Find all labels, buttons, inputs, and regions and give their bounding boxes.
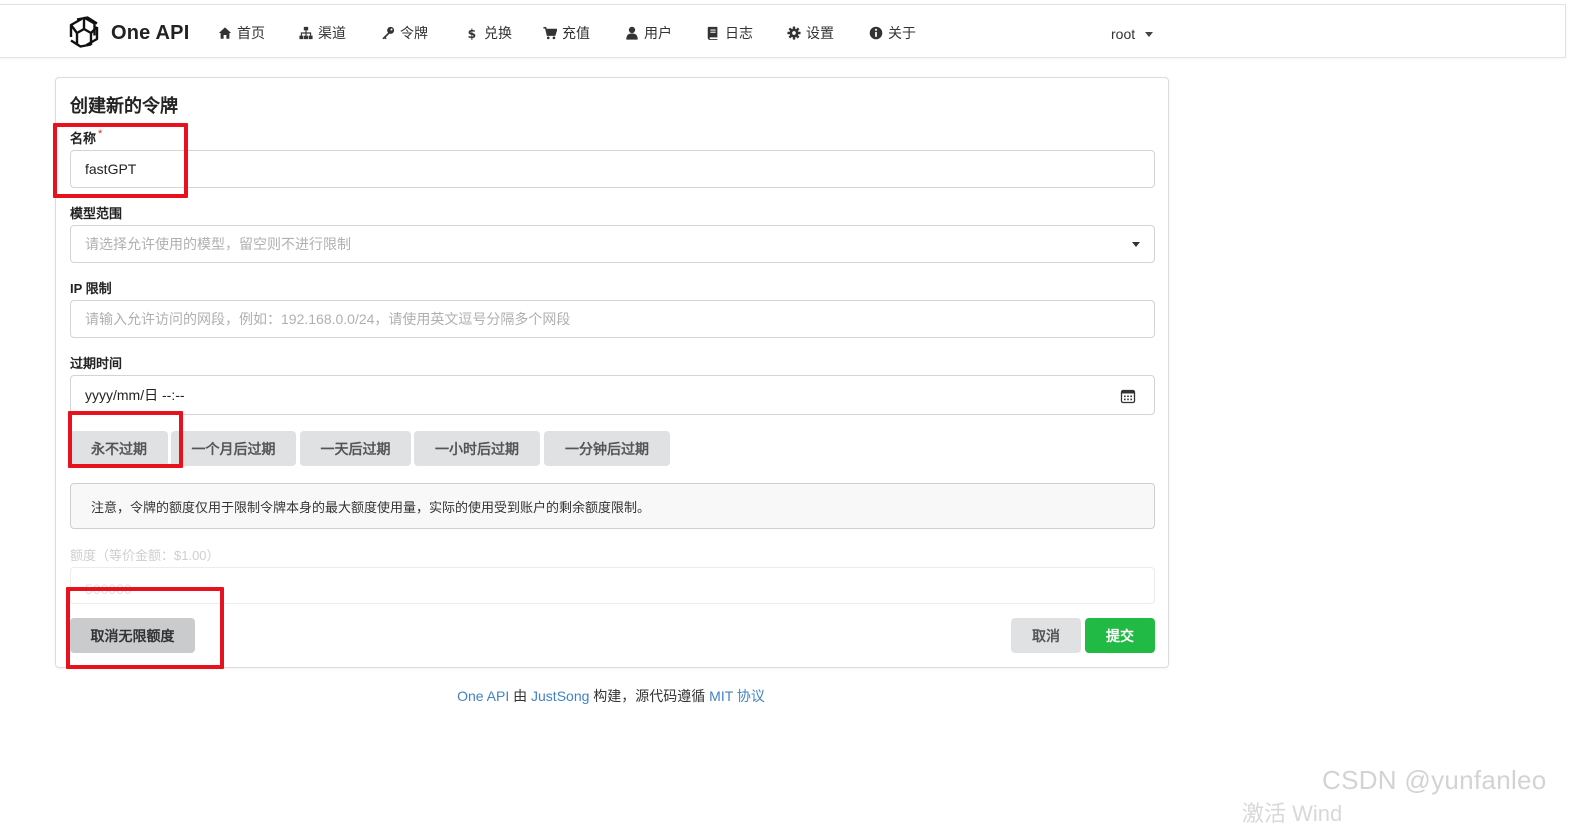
footer-text: 由 (509, 688, 532, 704)
footer-link-author[interactable]: JustSong (531, 688, 589, 704)
ip-limit-input[interactable] (70, 300, 1155, 338)
submit-button[interactable]: 提交 (1085, 618, 1155, 653)
name-label: 名称 * (70, 128, 102, 147)
brand-title[interactable]: One API (111, 22, 189, 45)
user-dropdown[interactable]: root (1111, 24, 1154, 44)
expire-label: 过期时间 (70, 356, 123, 371)
expire-datetime-value: yyyy/mm/日 --:-- (85, 387, 185, 403)
nav-settings[interactable]: 设置 (787, 23, 834, 43)
book-icon (707, 26, 718, 40)
openai-logo-icon[interactable] (66, 14, 102, 50)
required-mark: * (98, 128, 103, 140)
name-label-text: 名称 (70, 131, 97, 146)
nav-label: 令牌 (400, 25, 428, 41)
username: root (1111, 26, 1136, 42)
name-input[interactable] (70, 150, 1155, 188)
gear-icon (787, 26, 801, 40)
nav-channels[interactable]: 渠道 (299, 23, 346, 43)
chevron-down-icon (1132, 242, 1140, 247)
expire-one-day-button[interactable]: 一天后过期 (300, 431, 411, 466)
expire-one-minute-button[interactable]: 一分钟后过期 (544, 431, 670, 466)
nav-users[interactable]: 用户 (625, 23, 672, 43)
nav-label: 用户 (644, 25, 672, 41)
nav-label: 设置 (806, 25, 834, 41)
footer-text: 构建，源代码遵循 (589, 688, 710, 704)
cart-icon (543, 27, 557, 40)
nav-label: 兑换 (484, 25, 512, 41)
info-icon (869, 26, 883, 40)
nav-label: 关于 (888, 25, 916, 41)
quota-notice: 注意，令牌的额度仅用于限制令牌本身的最大额度使用量，实际的使用受到账户的剩余额度… (70, 483, 1155, 529)
activate-windows-watermark: 激活 Wind (1242, 801, 1343, 826)
user-icon (626, 26, 638, 40)
nav-tokens[interactable]: 令牌 (381, 23, 428, 43)
expire-one-month-button[interactable]: 一个月后过期 (171, 431, 296, 466)
quota-input: 500000 (70, 567, 1155, 604)
nav-label: 充值 (562, 25, 590, 41)
cancel-unlimited-quota-button[interactable]: 取消无限额度 (70, 618, 195, 653)
model-scope-label: 模型范围 (70, 206, 123, 221)
create-token-card: 创建新的令牌 名称* 模型范围 请选择允许使用的模型，留空则不进行限制 IP 限… (55, 77, 1169, 668)
key-icon (382, 26, 395, 40)
footer: One API 由 JustSong 构建，源代码遵循 MIT 协议 (0, 686, 1222, 706)
quota-label: 额度（等价金额：$1.00） (70, 548, 220, 563)
expire-one-hour-button[interactable]: 一小时后过期 (414, 431, 540, 466)
model-scope-dropdown[interactable]: 请选择允许使用的模型，留空则不进行限制 (70, 225, 1155, 263)
top-navbar: One API 首页 渠道 令牌 $ 兑换 充值 用户 日志 设置 关于 roo… (0, 4, 1566, 58)
expire-datetime-input[interactable]: yyyy/mm/日 --:-- (70, 375, 1155, 415)
home-icon (218, 27, 232, 39)
nav-about[interactable]: 关于 (869, 23, 916, 43)
ip-limit-label: IP 限制 (70, 281, 112, 296)
nav-label: 首页 (237, 25, 265, 41)
nav-home[interactable]: 首页 (218, 23, 265, 43)
footer-link-license[interactable]: MIT 协议 (709, 688, 765, 704)
nav-label: 日志 (725, 25, 753, 41)
quota-value: 500000 (85, 581, 132, 597)
calendar-icon[interactable] (1120, 388, 1136, 404)
chevron-down-icon (1145, 31, 1154, 37)
never-expire-button[interactable]: 永不过期 (70, 431, 168, 466)
nav-logs[interactable]: 日志 (706, 23, 753, 43)
page-title: 创建新的令牌 (70, 96, 178, 116)
nav-label: 渠道 (318, 25, 346, 41)
nav-redeem[interactable]: $ 兑换 (465, 23, 512, 43)
cancel-button[interactable]: 取消 (1011, 618, 1081, 653)
footer-link-oneapi[interactable]: One API (457, 688, 509, 704)
model-scope-placeholder: 请选择允许使用的模型，留空则不进行限制 (85, 236, 351, 252)
nav-topup[interactable]: 充值 (543, 23, 590, 43)
sitemap-icon (299, 26, 313, 40)
dollar-icon: $ (468, 27, 477, 40)
csdn-watermark: CSDN @yunfanleo (1322, 765, 1547, 795)
svg-text:$: $ (468, 27, 477, 40)
